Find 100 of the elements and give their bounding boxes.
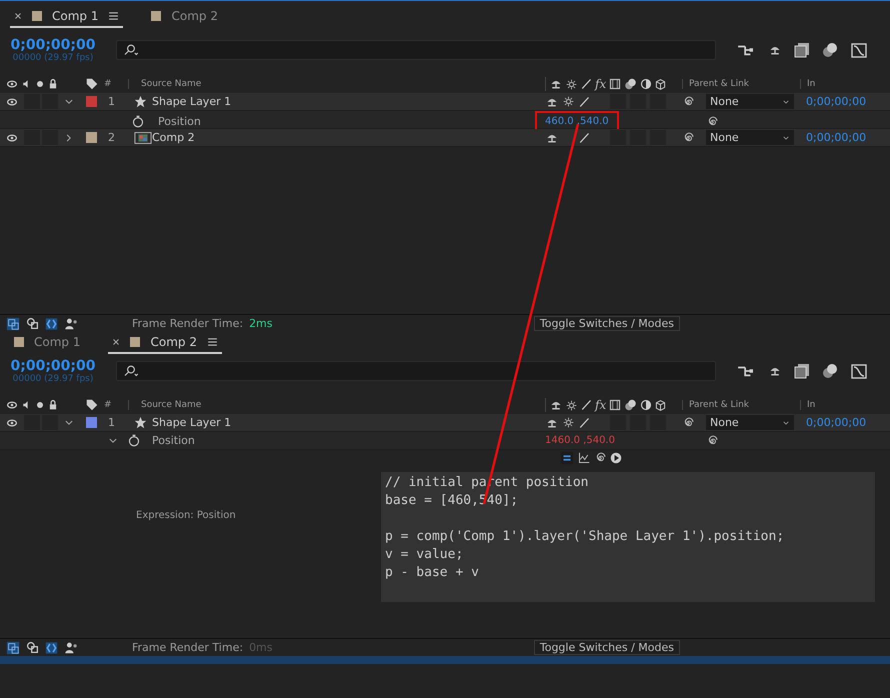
column-header: Parent & Link — [682, 400, 800, 410]
spiral-icon[interactable] — [682, 416, 694, 428]
search-field[interactable] — [116, 40, 716, 60]
film-stack-icon[interactable] — [794, 42, 810, 58]
sun-icon[interactable] — [563, 417, 574, 428]
circles-icon[interactable] — [822, 42, 838, 58]
star-icon[interactable] — [134, 416, 147, 429]
circles-icon[interactable] — [624, 78, 638, 90]
equals-icon[interactable] — [560, 451, 574, 465]
sun-icon[interactable] — [566, 400, 577, 410]
column-header: # — [104, 400, 113, 410]
dome-icon[interactable] — [768, 44, 782, 56]
lock-icon[interactable] — [48, 78, 58, 90]
search-icon[interactable] — [123, 44, 139, 56]
circles-icon[interactable] — [822, 363, 838, 379]
switch-box[interactable] — [610, 130, 626, 145]
slash-icon[interactable] — [580, 399, 592, 411]
sun-icon[interactable] — [563, 96, 574, 107]
chevron-icon[interactable] — [782, 98, 790, 104]
label-swatch[interactable] — [86, 96, 97, 107]
search-field[interactable] — [116, 361, 716, 381]
sun-icon[interactable] — [566, 78, 577, 90]
flowchart-icon[interactable] — [736, 364, 756, 378]
parent-dropdown[interactable]: None — [706, 94, 794, 109]
comp-tab[interactable]: Comp 1 — [10, 6, 124, 28]
comp-tab[interactable]: Comp 1 — [10, 332, 84, 354]
eye-icon[interactable] — [6, 96, 18, 106]
spiral-icon[interactable] — [594, 452, 606, 464]
label-swatch[interactable] — [86, 417, 97, 428]
toggle-button[interactable]: Toggle Switches / Modes — [534, 316, 680, 331]
timecode[interactable]: 0;00;00;00 — [10, 358, 96, 374]
dome-icon[interactable] — [549, 78, 563, 90]
eye-icon[interactable] — [6, 79, 18, 89]
tag-icon[interactable] — [86, 78, 98, 90]
chevron-icon[interactable] — [782, 420, 790, 426]
layer-name[interactable]: Shape Layer 1 — [152, 95, 545, 108]
figure-icon[interactable] — [64, 641, 78, 654]
in-time[interactable]: 0;00;00;00 — [800, 95, 890, 108]
brackets-icon[interactable] — [45, 640, 58, 654]
toggle-button[interactable]: Toggle Switches / Modes — [534, 640, 680, 655]
layer-name[interactable]: Comp 2 — [152, 131, 545, 144]
comp-flowchart-icon[interactable] — [6, 316, 20, 330]
figure-icon[interactable] — [64, 317, 78, 330]
label-swatch[interactable] — [86, 132, 97, 143]
eye-icon[interactable] — [6, 418, 18, 428]
stopwatch-icon[interactable] — [128, 434, 140, 447]
spiral-icon[interactable] — [682, 96, 694, 108]
slash-icon[interactable] — [578, 96, 590, 108]
dome-icon[interactable] — [768, 365, 782, 377]
star-icon[interactable] — [134, 95, 147, 108]
graph-icon[interactable] — [850, 363, 868, 379]
overlap-icon[interactable] — [26, 317, 39, 330]
search-icon[interactable] — [123, 365, 139, 377]
cube-icon[interactable] — [655, 78, 666, 90]
comp-flowchart-icon[interactable] — [6, 640, 20, 654]
fx-label: fx — [595, 77, 606, 91]
parent-dropdown[interactable]: None — [706, 130, 794, 145]
close-icon[interactable] — [112, 338, 120, 346]
in-time[interactable]: 0;00;00;00 — [800, 416, 890, 429]
stopwatch-icon[interactable] — [132, 115, 144, 128]
menu-icon[interactable] — [206, 337, 218, 347]
dot-icon[interactable] — [36, 401, 44, 409]
eye-icon[interactable] — [6, 400, 18, 410]
comp-tab[interactable]: Comp 2 — [108, 332, 222, 354]
spiral-icon[interactable] — [682, 132, 694, 144]
frame-count: 00000 (29.97 fps) — [12, 53, 94, 63]
comp-tab[interactable]: Comp 2 — [147, 6, 222, 28]
spiral-icon[interactable] — [706, 434, 718, 446]
flowchart-icon[interactable] — [736, 43, 756, 57]
slash-icon[interactable] — [578, 132, 590, 144]
film-stack-icon[interactable] — [794, 363, 810, 379]
slash-icon[interactable] — [580, 78, 592, 90]
film-icon[interactable] — [609, 78, 622, 90]
timecode[interactable]: 0;00;00;00 — [10, 37, 96, 53]
graph-icon[interactable] — [850, 42, 868, 58]
expression-label: Expression: Position — [136, 510, 236, 521]
graph-icon[interactable] — [578, 452, 590, 464]
eye-icon[interactable] — [6, 132, 18, 142]
circles-icon[interactable] — [624, 399, 638, 411]
parent-dropdown[interactable]: None — [706, 415, 794, 430]
brackets-icon[interactable] — [45, 316, 58, 330]
film-icon[interactable] — [609, 399, 622, 411]
half-circle-icon[interactable] — [640, 78, 652, 90]
chevron-icon[interactable] — [782, 134, 790, 140]
spiral-icon[interactable] — [706, 116, 718, 128]
slash-icon[interactable] — [578, 416, 590, 428]
play-icon[interactable] — [610, 452, 622, 464]
cube-icon[interactable] — [655, 400, 666, 410]
overlap-icon[interactable] — [26, 641, 39, 654]
dome-icon[interactable] — [549, 399, 563, 411]
comp-icon[interactable] — [134, 130, 152, 144]
tag-icon[interactable] — [86, 399, 98, 411]
lock-icon[interactable] — [48, 399, 58, 411]
dot-icon[interactable] — [36, 80, 44, 88]
in-time[interactable]: 0;00;00;00 — [800, 131, 890, 144]
half-circle-icon[interactable] — [640, 399, 652, 411]
menu-icon[interactable] — [108, 11, 120, 21]
close-icon[interactable] — [14, 12, 22, 20]
render-time: 2ms — [249, 317, 273, 330]
layer-name[interactable]: Shape Layer 1 — [152, 416, 545, 429]
